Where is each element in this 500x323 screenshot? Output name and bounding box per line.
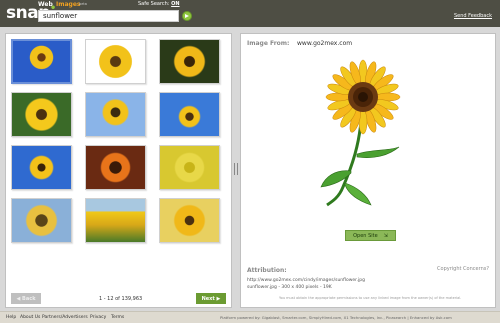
next-button[interactable]: Next ▶ [196, 293, 226, 304]
powered-by-text: Platform powered by: Gigablast, Smarter.… [220, 315, 452, 320]
tab-web[interactable]: Web [38, 1, 53, 8]
results-panel: ◀ Back 1 - 12 of 139,963 Next ▶ [5, 33, 232, 308]
footer-terms-link[interactable]: Terms [111, 315, 124, 320]
thumbnail-9[interactable] [159, 145, 220, 190]
sunflower-thumbnail-image [86, 40, 145, 83]
attribution-label: Attribution: [247, 267, 287, 274]
image-from-value[interactable]: www.go2mex.com [297, 40, 352, 47]
safe-search-label: Safe Search: [138, 1, 170, 7]
thumbnail-7[interactable] [11, 145, 72, 190]
copyright-concerns-link[interactable]: Copyright Concerns? [437, 266, 489, 272]
sunflower-thumbnail-image [160, 93, 219, 136]
result-count: 1 - 12 of 139,963 [99, 296, 143, 302]
beta-badge: beta [79, 2, 87, 6]
top-bar: snap• Web Images beta Safe Search: ON Se… [0, 0, 500, 27]
sunflower-thumbnail-image [12, 93, 71, 136]
main-area: ◀ Back 1 - 12 of 139,963 Next ▶ Image Fr… [0, 27, 500, 311]
tab-images[interactable]: Images [56, 1, 80, 8]
footer-bar: Help About Us Partners/Advertisers Priva… [0, 311, 500, 323]
attribution-url[interactable]: http://www.go2mex.com/cindy/images/sunfl… [247, 278, 365, 283]
search-input[interactable] [38, 10, 179, 22]
thumbnail-2[interactable] [85, 39, 146, 84]
open-site-button[interactable]: Open Site ⇲ [345, 230, 396, 241]
safe-search-toggle[interactable]: Safe Search: ON [138, 1, 180, 7]
permissions-notice: You must obtain the appropriate permissi… [279, 296, 462, 300]
sunflower-thumbnail-image [86, 93, 145, 136]
panel-splitter-handle[interactable] [234, 163, 238, 175]
external-link-icon: ⇲ [383, 232, 388, 239]
thumbnail-6[interactable] [159, 92, 220, 137]
footer-privacy-link[interactable]: Privacy [90, 315, 106, 320]
sunflower-thumbnail-image [12, 199, 71, 242]
sunflower-preview-image[interactable] [313, 59, 413, 207]
sunflower-thumbnail-image [160, 199, 219, 242]
thumbnail-1[interactable] [11, 39, 72, 84]
send-feedback-link[interactable]: Send Feedback [454, 13, 492, 19]
thumbnail-8[interactable] [85, 145, 146, 190]
thumbnail-12[interactable] [159, 198, 220, 243]
footer-about-link[interactable]: About Us [20, 315, 40, 320]
sunflower-thumbnail-image [86, 146, 145, 189]
image-from-label: Image From: [247, 40, 290, 47]
sunflower-thumbnail-image [160, 40, 219, 83]
sunflower-thumbnail-image [160, 146, 219, 189]
search-go-button[interactable] [182, 11, 192, 21]
thumbnail-11[interactable] [85, 198, 146, 243]
footer-help-link[interactable]: Help [6, 315, 16, 320]
thumbnail-5[interactable] [85, 92, 146, 137]
back-button[interactable]: ◀ Back [11, 293, 41, 304]
thumbnail-4[interactable] [11, 92, 72, 137]
footer-partners-link[interactable]: Partners/Advertisers [42, 315, 88, 320]
open-site-label: Open Site [353, 232, 378, 239]
sunflower-thumbnail-image [13, 41, 70, 82]
safe-search-value[interactable]: ON [171, 1, 179, 7]
sunflower-thumbnail-image [12, 146, 71, 189]
sunflower-thumbnail-image [86, 199, 145, 242]
attribution-file-info: sunflower.jpg - 300 x 400 pixels - 19K [247, 285, 332, 290]
thumbnail-3[interactable] [159, 39, 220, 84]
thumbnail-10[interactable] [11, 198, 72, 243]
preview-panel: Image From: www.go2mex.com Open Site ⇲ C… [240, 33, 496, 308]
